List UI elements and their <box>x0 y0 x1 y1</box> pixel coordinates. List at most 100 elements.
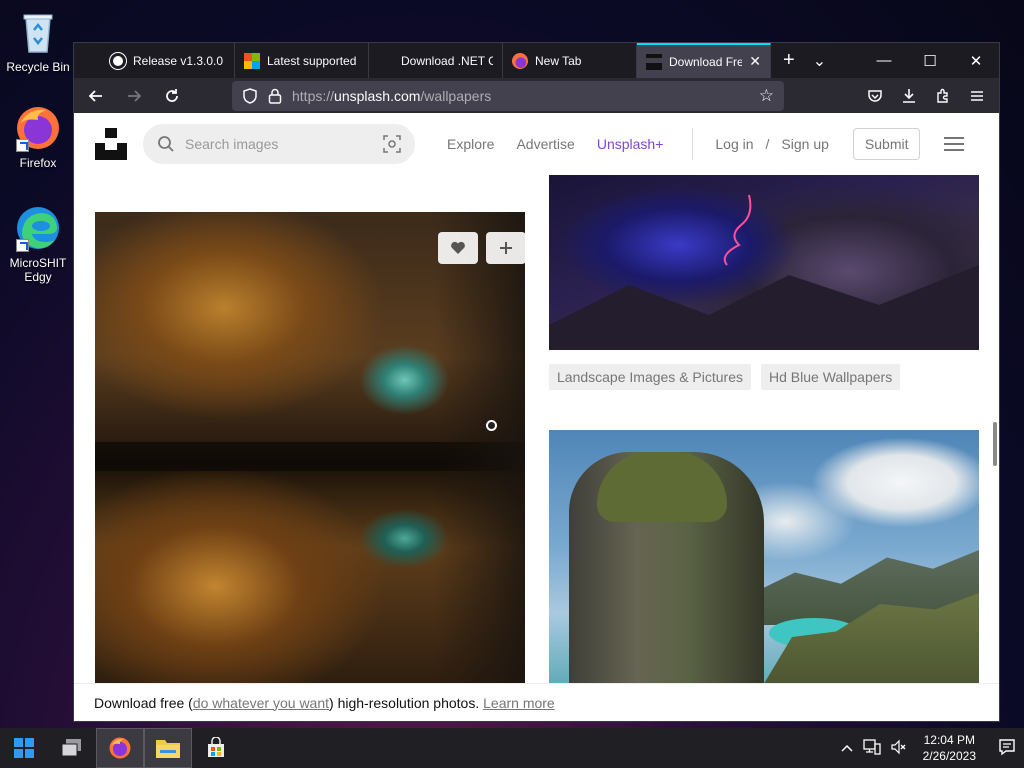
photo-night-landscape[interactable] <box>549 175 979 350</box>
banner-text-mid: ) high-resolution photos. <box>329 694 480 711</box>
bookmark-star-icon[interactable]: ☆ <box>759 86 774 106</box>
tab-label: Release v1.3.0.0 · N <box>133 53 225 68</box>
url-bar[interactable]: https://unsplash.com/wallpapers ☆ <box>232 80 784 111</box>
desktop-icon-recycle-bin[interactable]: Recycle Bin <box>4 8 72 74</box>
back-button[interactable] <box>84 84 108 108</box>
mouse-cursor-icon <box>486 420 497 431</box>
info-banner: Download free (do whatever you want) hig… <box>74 683 999 721</box>
start-button[interactable] <box>0 728 48 768</box>
firefox-icon <box>512 52 528 69</box>
minimize-button[interactable]: — <box>861 43 907 78</box>
photo-cave[interactable] <box>95 212 525 692</box>
site-nav: Explore Advertise Unsplash+ <box>447 136 663 152</box>
desktop-icon-label: Firefox <box>19 156 57 170</box>
taskbar: 12:04 PM 2/26/2023 <box>0 728 1024 768</box>
banner-text-prefix: Download free ( <box>94 694 193 711</box>
visual-search-icon[interactable] <box>383 135 401 153</box>
taskbar-store[interactable] <box>192 728 240 768</box>
nav-unsplash-plus-link[interactable]: Unsplash+ <box>597 136 664 152</box>
like-button[interactable] <box>438 232 478 264</box>
shield-icon[interactable] <box>242 87 258 104</box>
store-icon <box>208 737 224 757</box>
edge-icon <box>14 204 62 252</box>
maximize-button[interactable]: ☐ <box>907 43 953 78</box>
tab-download-free[interactable]: Download Free ✕ <box>637 43 771 78</box>
tab-label: Download .NET Co <box>401 53 493 68</box>
tab-download-dotnet[interactable]: Download .NET Co <box>369 43 503 78</box>
navigation-toolbar: https://unsplash.com/wallpapers ☆ <box>74 78 999 113</box>
tab-label: Latest supported V <box>267 53 359 68</box>
tab-release[interactable]: Release v1.3.0.0 · N <box>101 43 235 78</box>
browser-window: Release v1.3.0.0 · N Latest supported V … <box>73 42 1000 722</box>
reload-icon <box>166 88 178 102</box>
pocket-icon[interactable] <box>867 88 883 104</box>
task-view-button[interactable] <box>48 728 96 768</box>
toolbar-actions <box>867 88 989 104</box>
forward-arrow-icon <box>128 89 142 102</box>
recycle-bin-icon <box>14 8 62 56</box>
folder-icon <box>156 740 180 758</box>
add-to-collection-button[interactable] <box>486 232 525 264</box>
clock[interactable]: 12:04 PM 2/26/2023 <box>923 732 976 764</box>
reload-button[interactable] <box>160 84 184 108</box>
tag-landscape[interactable]: Landscape Images & Pictures <box>549 364 751 390</box>
notifications-button[interactable] <box>998 738 1016 759</box>
taskbar-firefox[interactable] <box>96 728 144 768</box>
site-menu-icon[interactable] <box>944 137 965 151</box>
forward-button[interactable] <box>122 84 146 108</box>
page-scrollbar-thumb[interactable] <box>993 422 997 466</box>
login-link[interactable]: Log in <box>715 136 753 152</box>
search-icon[interactable] <box>157 135 175 153</box>
downloads-icon[interactable] <box>901 88 917 104</box>
show-hidden-icons-button[interactable] <box>841 741 853 755</box>
tab-actions: + ⌄ <box>771 43 826 78</box>
photo-cave-rock <box>435 212 525 692</box>
unsplash-icon <box>646 53 662 70</box>
url-host: unsplash.com <box>334 87 421 104</box>
banner-learn-more-link[interactable]: Learn more <box>483 695 555 711</box>
clock-time: 12:04 PM <box>923 733 975 747</box>
desktop-icon-firefox[interactable]: Firefox <box>4 104 72 170</box>
tab-list-button[interactable]: ⌄ <box>813 51 826 71</box>
unsplash-logo[interactable] <box>95 128 127 160</box>
url-path: /wallpapers <box>420 87 492 104</box>
plus-icon <box>500 242 512 254</box>
tab-latest-supported[interactable]: Latest supported V <box>235 43 369 78</box>
photo-actions <box>438 232 525 264</box>
search-input[interactable] <box>185 136 373 152</box>
new-tab-button[interactable]: + <box>783 49 795 72</box>
header-divider <box>692 128 694 160</box>
auth-separator: / <box>765 136 770 152</box>
desktop-icon-label: MicroSHIT Edgy <box>9 256 67 284</box>
search-bar[interactable] <box>143 124 415 164</box>
extensions-icon[interactable] <box>935 88 951 104</box>
submit-photo-button[interactable]: Submit <box>852 128 921 160</box>
tab-new-tab[interactable]: New Tab <box>503 43 637 78</box>
network-button[interactable] <box>862 738 881 758</box>
github-icon <box>110 52 126 69</box>
network-icon <box>862 738 881 755</box>
tab-close-icon[interactable]: ✕ <box>749 53 761 70</box>
tab-strip: Release v1.3.0.0 · N Latest supported V … <box>74 43 999 78</box>
tab-strip-spacer <box>74 43 101 78</box>
banner-license-link[interactable]: do whatever you want <box>193 695 329 711</box>
photo-island-cliff[interactable] <box>549 430 979 692</box>
web-page: Explore Advertise Unsplash+ Log in / Sig… <box>74 113 999 721</box>
site-header: Explore Advertise Unsplash+ Log in / Sig… <box>74 113 999 175</box>
nav-advertise-link[interactable]: Advertise <box>516 136 574 152</box>
desktop-icon-edge[interactable]: MicroSHIT Edgy <box>4 204 72 284</box>
volume-button[interactable] <box>891 739 907 758</box>
system-tray: 12:04 PM 2/26/2023 <box>841 732 1024 764</box>
signup-link[interactable]: Sign up <box>781 136 828 152</box>
lock-icon[interactable] <box>268 88 282 104</box>
app-menu-icon[interactable] <box>969 88 985 104</box>
dotnet-icon <box>378 53 394 69</box>
shortcut-arrow-icon <box>16 239 29 252</box>
back-arrow-icon <box>88 89 102 102</box>
tag-hd-blue[interactable]: Hd Blue Wallpapers <box>761 364 901 390</box>
nav-explore-link[interactable]: Explore <box>447 136 494 152</box>
taskbar-file-explorer[interactable] <box>144 728 192 768</box>
close-window-button[interactable]: ✕ <box>953 43 999 78</box>
related-tags: Landscape Images & Pictures Hd Blue Wall… <box>549 364 901 390</box>
url-scheme: https:// <box>292 87 335 104</box>
